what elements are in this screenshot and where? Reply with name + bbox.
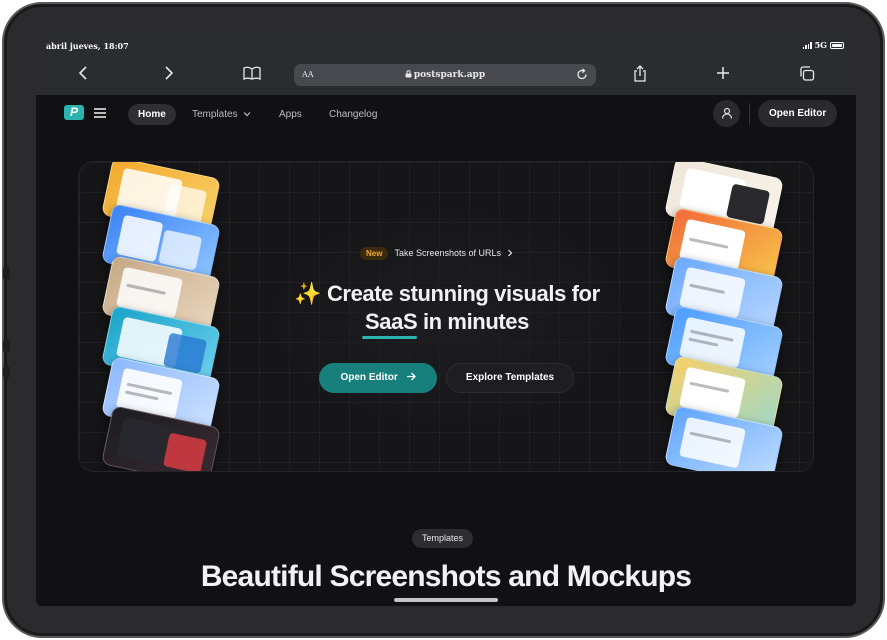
status-time: abril jueves, 18:07 bbox=[46, 41, 129, 51]
open-editor-nav-button[interactable]: Open Editor bbox=[758, 100, 838, 127]
network-label: 5G bbox=[814, 40, 827, 50]
hero-headline: ✨ Create stunning visuals for SaaS in mi… bbox=[239, 280, 655, 336]
user-account-button[interactable] bbox=[713, 100, 740, 127]
nav-apps[interactable]: Apps bbox=[269, 104, 312, 125]
explore-templates-button[interactable]: Explore Templates bbox=[446, 363, 574, 393]
side-button bbox=[3, 266, 10, 280]
nav-templates-label: Templates bbox=[192, 109, 238, 120]
postspark-logo[interactable]: P bbox=[64, 105, 84, 120]
nav-templates[interactable]: Templates bbox=[182, 104, 261, 125]
hero-banner: New Take Screenshots of URLs ✨ Create st… bbox=[78, 161, 814, 472]
section-title: Beautiful Screenshots and Mockups bbox=[200, 560, 692, 593]
nav-changelog[interactable]: Changelog bbox=[319, 104, 387, 125]
user-icon bbox=[721, 107, 732, 119]
home-indicator bbox=[394, 598, 498, 602]
browser-toolbar: abril jueves, 18:07 5G AA postspark.app bbox=[36, 33, 856, 95]
nav-divider bbox=[749, 103, 750, 125]
status-indicators: 5G bbox=[802, 40, 844, 50]
side-button bbox=[3, 339, 10, 353]
headline-line1: Create stunning visuals for bbox=[326, 281, 600, 306]
side-button bbox=[3, 366, 10, 378]
plus-icon[interactable] bbox=[716, 66, 730, 84]
open-editor-label: Open Editor bbox=[340, 372, 398, 383]
reload-icon[interactable] bbox=[576, 68, 588, 84]
screen: abril jueves, 18:07 5G AA postspark.app bbox=[36, 33, 856, 606]
nav-home[interactable]: Home bbox=[128, 104, 176, 125]
book-icon[interactable] bbox=[243, 66, 261, 84]
battery-icon bbox=[830, 41, 844, 49]
headline-underline bbox=[362, 336, 417, 339]
address-bar[interactable]: AA postspark.app bbox=[294, 64, 596, 86]
forward-icon[interactable] bbox=[162, 66, 174, 84]
sparkle-icon: ✨ bbox=[294, 281, 322, 306]
headline-line2: SaaS in minutes bbox=[365, 309, 529, 334]
announcement-link[interactable]: New Take Screenshots of URLs bbox=[360, 244, 513, 262]
tabs-icon[interactable] bbox=[799, 66, 815, 85]
url-text: postspark.app bbox=[294, 70, 596, 80]
status-bar: abril jueves, 18:07 5G bbox=[36, 33, 856, 55]
site-nav: P Home Templates Apps Changelog Open Edi… bbox=[36, 95, 856, 133]
signal-icon bbox=[802, 41, 812, 49]
templates-section-pill: Templates bbox=[412, 529, 474, 548]
chevron-right-icon bbox=[508, 249, 513, 257]
share-icon[interactable] bbox=[633, 65, 647, 86]
url-label: postspark.app bbox=[413, 70, 486, 80]
menu-icon[interactable] bbox=[94, 108, 106, 120]
announcement-text: Take Screenshots of URLs bbox=[394, 248, 502, 258]
chevron-down-icon bbox=[243, 112, 251, 117]
back-icon[interactable] bbox=[78, 66, 90, 84]
new-badge: New bbox=[360, 246, 389, 260]
open-editor-button[interactable]: Open Editor bbox=[319, 363, 437, 393]
lock-icon bbox=[405, 70, 412, 78]
arrow-right-icon bbox=[406, 372, 416, 381]
